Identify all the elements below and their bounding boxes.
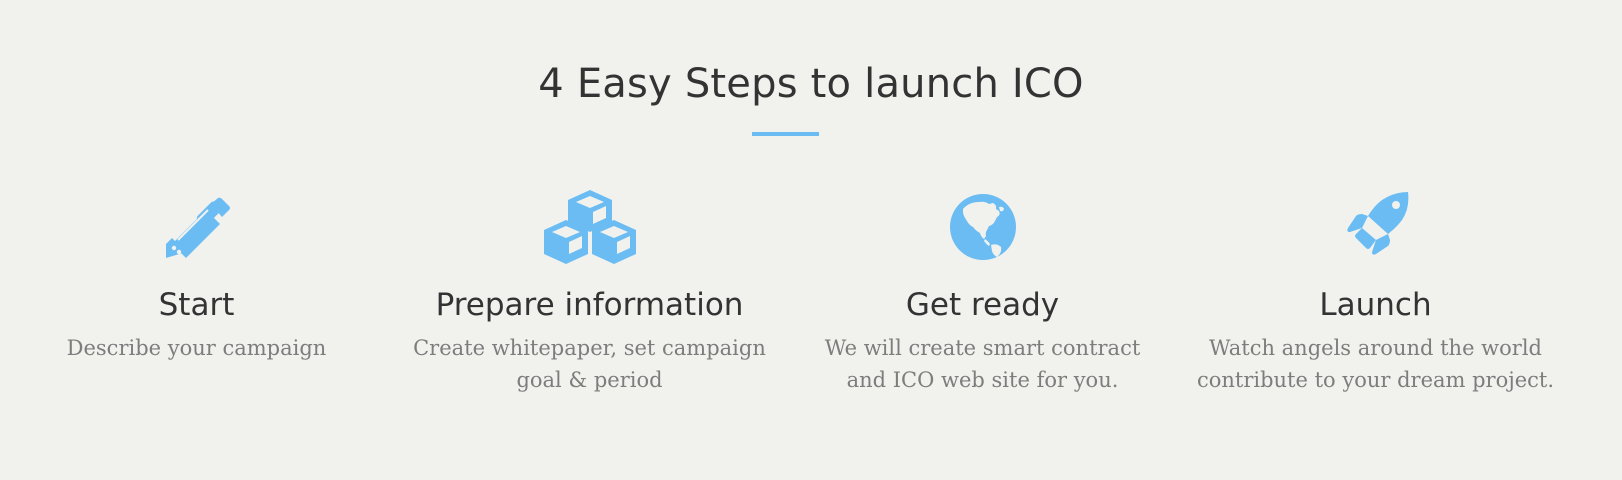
pencil-icon xyxy=(0,186,393,268)
step-title: Get ready xyxy=(905,287,1060,323)
step-description: Watch angels around the world contribute… xyxy=(1196,336,1555,392)
step-title: Prepare information xyxy=(435,287,744,323)
step-title: Launch xyxy=(1319,287,1432,323)
step-title: Start xyxy=(158,287,235,323)
step-description: Create whitepaper, set campaign goal & p… xyxy=(413,336,766,392)
title-divider xyxy=(752,132,819,136)
step-description: We will create smart contract and ICO we… xyxy=(824,336,1141,392)
rocket-icon xyxy=(1179,186,1572,268)
globe-icon xyxy=(786,186,1179,268)
step-prepare-information: Prepare information Create whitepaper, s… xyxy=(393,186,786,396)
step-start: Start Describe your campaign xyxy=(0,186,393,364)
step-get-ready: Get ready We will create smart contract … xyxy=(786,186,1179,396)
section-title: 4 Easy Steps to launch ICO xyxy=(538,61,1084,107)
step-launch: Launch Watch angels around the world con… xyxy=(1179,186,1572,396)
step-description: Describe your campaign xyxy=(66,336,327,360)
cubes-icon xyxy=(393,186,786,268)
